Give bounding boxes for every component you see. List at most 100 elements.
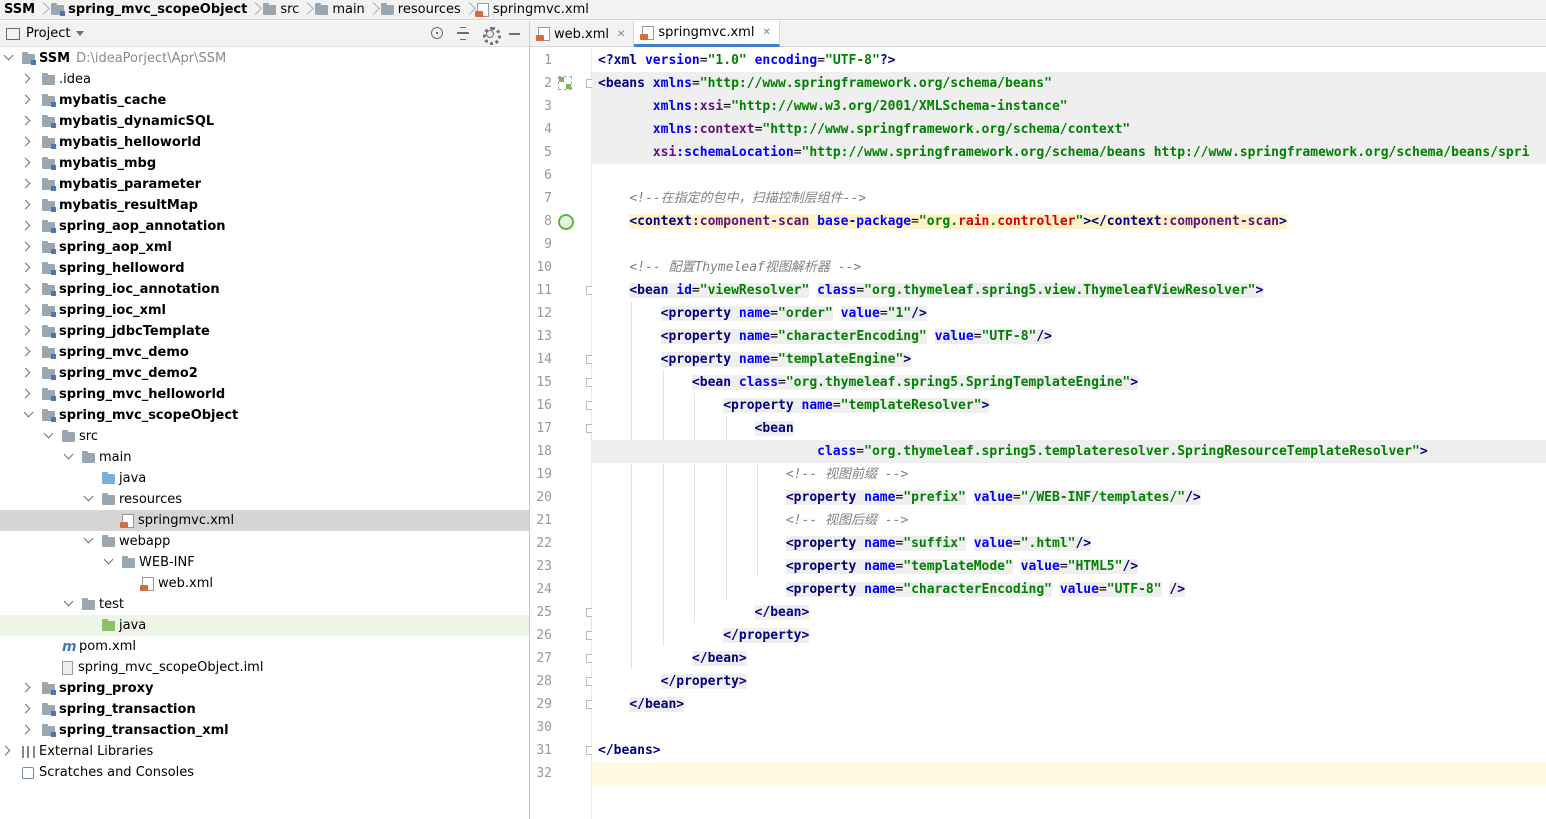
close-icon[interactable]: ✕ — [617, 29, 625, 40]
chevron-right-icon[interactable] — [22, 243, 30, 251]
chevron-right-icon[interactable] — [22, 705, 30, 713]
tree-item[interactable]: mybatis_mbg — [0, 153, 529, 174]
chevron-right-icon[interactable] — [2, 747, 10, 755]
tab-label: web.xml — [554, 26, 609, 42]
tree-item[interactable]: test — [0, 594, 529, 615]
chevron-right-icon[interactable] — [22, 222, 30, 230]
tree-item[interactable]: spring_mvc_demo — [0, 342, 529, 363]
code-line: <bean class="org.thymeleaf.spring5.Sprin… — [598, 371, 1139, 394]
code-token: <property — [660, 329, 739, 344]
tree-item[interactable]: mybatis_cache — [0, 90, 529, 111]
tree-item[interactable]: WEB-INF — [0, 552, 529, 573]
tree-item[interactable]: spring_transaction — [0, 699, 529, 720]
chevron-right-icon[interactable] — [22, 180, 30, 188]
chevron-right-icon[interactable] — [22, 75, 30, 83]
tree-item[interactable]: spring_jdbcTemplate — [0, 321, 529, 342]
breadcrumb-item[interactable]: src — [259, 0, 303, 20]
collapse-all-icon[interactable] — [455, 25, 471, 41]
tree-root[interactable]: SSM D:\ideaPorject\Apr\SSM — [0, 48, 529, 69]
chevron-down-icon[interactable] — [104, 558, 112, 566]
line-number: 5 — [544, 145, 552, 160]
code-token: /> — [911, 306, 927, 321]
breadcrumb-item[interactable]: springmvc.xml — [473, 0, 593, 20]
tree-item[interactable]: .idea — [0, 69, 529, 90]
chevron-down-icon[interactable] — [64, 600, 72, 608]
breadcrumb-item[interactable]: main — [311, 0, 368, 20]
tree-item[interactable]: spring_mvc_demo2 — [0, 363, 529, 384]
tree-item[interactable]: m pom.xml — [0, 636, 529, 657]
chevron-right-icon[interactable] — [22, 264, 30, 272]
tree-item[interactable]: mybatis_parameter — [0, 174, 529, 195]
chevron-right-icon[interactable] — [22, 390, 30, 398]
chevron-right-icon[interactable] — [22, 96, 30, 104]
tree-item[interactable]: webapp — [0, 531, 529, 552]
breadcrumb-separator-icon — [303, 0, 311, 20]
breadcrumb-item[interactable]: resources — [377, 0, 465, 20]
tree-item[interactable]: spring_aop_xml — [0, 237, 529, 258]
line-number: 1 — [544, 53, 552, 68]
breadcrumb-item[interactable]: spring_mvc_scopeObject — [47, 0, 251, 20]
chevron-down-icon[interactable] — [44, 432, 52, 440]
tree-item[interactable]: java — [0, 468, 529, 489]
chevron-right-icon[interactable] — [22, 201, 30, 209]
chevron-right-icon[interactable] — [22, 726, 30, 734]
chevron-down-icon[interactable] — [64, 453, 72, 461]
tree-item[interactable]: main — [0, 447, 529, 468]
code-token: name — [738, 306, 771, 321]
code-editor[interactable]: <?xml version="1.0" encoding="UTF-8"?> <b… — [592, 48, 1546, 819]
code-token: name — [864, 536, 896, 551]
tree-item[interactable]: spring_ioc_xml — [0, 300, 529, 321]
tree-item-label: web.xml — [158, 576, 213, 591]
tree-item[interactable]: spring_mvc_scopeObject — [0, 405, 529, 426]
tree-item[interactable]: External Libraries — [0, 741, 529, 762]
gear-icon[interactable] — [481, 25, 501, 45]
tree-item[interactable]: spring_mvc_scopeObject.iml — [0, 657, 529, 678]
breadcrumb-item[interactable]: SSM — [0, 0, 39, 20]
tree-item[interactable]: spring_mvc_helloworld — [0, 384, 529, 405]
code-token: "suffix" — [903, 536, 966, 551]
chevron-down-icon[interactable] — [84, 495, 92, 503]
code-token: </bean> — [691, 651, 747, 666]
code-token: "http://www.springframework.org/schema/c… — [762, 122, 1131, 137]
chevron-right-icon[interactable] — [22, 684, 30, 692]
chevron-down-icon[interactable] — [4, 54, 12, 62]
chevron-down-icon[interactable] — [84, 537, 92, 545]
locate-file-icon[interactable] — [429, 25, 445, 41]
tree-item[interactable]: mybatis_resultMap — [0, 195, 529, 216]
chevron-right-icon[interactable] — [22, 327, 30, 335]
tree-item[interactable]: spring_transaction_xml — [0, 720, 529, 741]
tree-item[interactable]: src — [0, 426, 529, 447]
project-view-selector[interactable]: Project — [6, 26, 85, 41]
tree-item[interactable]: springmvc.xml — [0, 510, 529, 531]
tree-item[interactable]: spring_proxy — [0, 678, 529, 699]
tree-item[interactable]: spring_aop_annotation — [0, 216, 529, 237]
tree-item[interactable]: mybatis_helloworld — [0, 132, 529, 153]
tree-item[interactable]: resources — [0, 489, 529, 510]
tree-item[interactable]: web.xml — [0, 573, 529, 594]
chevron-right-icon[interactable] — [22, 138, 30, 146]
tree-item[interactable]: Scratches and Consoles — [0, 762, 529, 783]
spring-bean-icon[interactable] — [558, 214, 574, 230]
chevron-right-icon[interactable] — [22, 159, 30, 167]
chevron-right-icon[interactable] — [22, 306, 30, 314]
close-icon[interactable]: ✕ — [762, 27, 770, 38]
tree-item[interactable]: spring_helloword — [0, 258, 529, 279]
tree-item[interactable]: mybatis_dynamicSQL — [0, 111, 529, 132]
code-token: > — [981, 398, 990, 413]
chevron-right-icon[interactable] — [22, 369, 30, 377]
chevron-right-icon[interactable] — [22, 348, 30, 356]
tab-springmvc-xml[interactable]: springmvc.xml ✕ — [634, 21, 780, 47]
code-token: = — [1059, 559, 1068, 574]
hide-panel-icon[interactable] — [507, 25, 523, 41]
spring-bean-config-icon[interactable] — [558, 76, 572, 90]
tree-item[interactable]: spring_ioc_annotation — [0, 279, 529, 300]
chevron-right-icon[interactable] — [22, 117, 30, 125]
chevron-right-icon[interactable] — [22, 285, 30, 293]
tree-item[interactable]: java — [0, 615, 529, 636]
project-tree[interactable]: SSM D:\ideaPorject\Apr\SSM .idea mybatis_… — [0, 48, 529, 819]
tab-web-xml[interactable]: web.xml ✕ — [530, 21, 635, 47]
chevron-down-icon[interactable] — [24, 411, 32, 419]
